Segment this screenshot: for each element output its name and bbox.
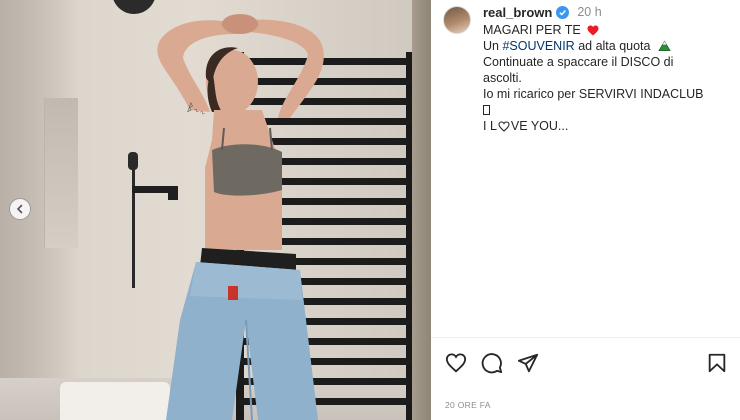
hashtag-link[interactable]: #SOUVENIR (502, 39, 574, 53)
post-media[interactable]: ᛒ∿∿ (0, 0, 431, 420)
caption-text: ad alta quota (578, 39, 651, 53)
caption-text: I L (483, 119, 497, 133)
comment-bubble-icon (481, 353, 503, 374)
post-date[interactable]: 20 ORE FA (445, 400, 491, 410)
caption-line-1: MAGARI PER TE (483, 22, 733, 38)
chevron-left-icon (16, 204, 23, 214)
caption-line-7: I L VE YOU... (483, 118, 733, 134)
caption-line-6 (483, 102, 733, 118)
save-button[interactable] (706, 352, 728, 374)
paper-plane-icon (517, 353, 539, 373)
avatar[interactable] (443, 6, 471, 34)
caption-line-2: Un #SOUVENIR ad alta quota (483, 38, 733, 54)
share-button[interactable] (517, 352, 539, 374)
red-heart-icon (587, 25, 599, 36)
heart-outline-inline-icon (498, 121, 510, 132)
person-figure: ᛒ∿∿ (157, 14, 324, 420)
verified-badge-icon (556, 5, 570, 19)
bookmark-icon (708, 353, 726, 373)
divider (431, 337, 740, 338)
caption-line-3: Continuate a spaccare il DISCO di (483, 55, 674, 69)
caption-text: MAGARI PER TE (483, 23, 581, 37)
heart-outline-icon (445, 353, 467, 373)
post-actions (445, 352, 730, 374)
caption-line-4: ascolti. (483, 71, 522, 85)
caption-line-5: Io mi ricarico per SERVIRVI INDACLUB (483, 87, 704, 101)
username[interactable]: real_brown (483, 5, 552, 20)
post-time-ago[interactable]: 20 h (577, 5, 601, 19)
caption-text: VE YOU... (510, 119, 569, 133)
comment-button[interactable] (481, 352, 503, 374)
like-button[interactable] (445, 352, 467, 374)
carousel-prev-button[interactable] (9, 198, 31, 220)
caption-text: Un (483, 39, 499, 53)
unsupported-glyph-icon (483, 105, 490, 115)
post-side-panel: real_brown 20 h MAGARI PER TE Un #SOUVEN… (431, 0, 740, 420)
mountain-icon (658, 40, 671, 52)
post-caption: MAGARI PER TE Un #SOUVENIR ad alta quota… (483, 22, 733, 134)
